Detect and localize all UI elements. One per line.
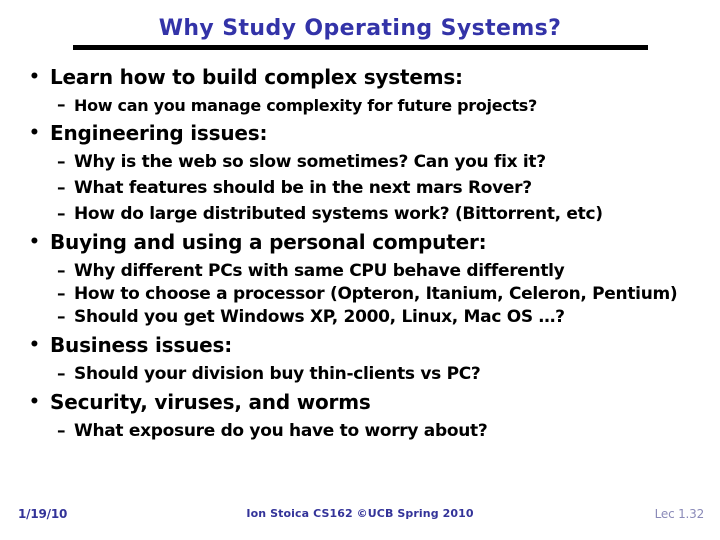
page-title: Why Study Operating Systems? xyxy=(158,16,562,41)
bullet-level2: – Why is the web so slow sometimes? Can … xyxy=(0,149,720,175)
footer-page-number: Lec 1.32 xyxy=(654,507,705,521)
bullet-level2: – What exposure do you have to worry abo… xyxy=(0,418,720,444)
bullet-level2-label: How to choose a processor (Opteron, Itan… xyxy=(74,284,678,304)
slide-body-outline: • Learn how to build complex systems: – … xyxy=(0,62,720,444)
bullet-level2: – How do large distributed systems work?… xyxy=(0,201,720,227)
bullet-level2-label: Why is the web so slow sometimes? Can yo… xyxy=(74,152,546,172)
bullet-level1-label: Learn how to build complex systems: xyxy=(50,65,463,89)
bullet-dash-icon: – xyxy=(57,307,66,327)
slide-footer: 1/19/10 Ion Stoica CS162 ©UCB Spring 201… xyxy=(0,506,720,526)
bullet-dash-icon: – xyxy=(57,204,66,224)
bullet-dot-icon: • xyxy=(29,123,40,143)
bullet-dash-icon: – xyxy=(57,178,66,198)
bullet-level1: • Engineering issues: xyxy=(0,118,720,149)
bullet-level1-label: Business issues: xyxy=(50,333,232,357)
bullet-level1-label: Security, viruses, and worms xyxy=(50,390,371,414)
bullet-dash-icon: – xyxy=(57,421,66,441)
bullet-level2-label: Should you get Windows XP, 2000, Linux, … xyxy=(74,307,565,327)
bullet-level2-label: Why different PCs with same CPU behave d… xyxy=(74,261,565,281)
bullet-dash-icon: – xyxy=(57,284,66,304)
bullet-level1: • Security, viruses, and worms xyxy=(0,387,720,418)
bullet-level1: • Learn how to build complex systems: xyxy=(0,62,720,93)
bullet-level2-label: How do large distributed systems work? (… xyxy=(74,204,603,224)
bullet-level2-label: Should your division buy thin-clients vs… xyxy=(74,364,481,384)
bullet-dot-icon: • xyxy=(29,67,40,87)
footer-attribution: Ion Stoica CS162 ©UCB Spring 2010 xyxy=(246,507,474,520)
bullet-level2-label: What features should be in the next mars… xyxy=(74,178,532,198)
bullet-level2: – What features should be in the next ma… xyxy=(0,175,720,201)
slide: Why Study Operating Systems? • Learn how… xyxy=(0,0,720,540)
bullet-level2: – Should your division buy thin-clients … xyxy=(0,361,720,387)
bullet-level1: • Buying and using a personal computer: xyxy=(0,227,720,258)
bullet-dash-icon: – xyxy=(57,95,66,115)
bullet-level2: – Why different PCs with same CPU behave… xyxy=(0,258,720,284)
bullet-dot-icon: • xyxy=(29,392,40,412)
bullet-dash-icon: – xyxy=(57,152,66,172)
bullet-dash-icon: – xyxy=(57,364,66,384)
bullet-dot-icon: • xyxy=(29,232,40,252)
title-underline-rule xyxy=(73,45,648,50)
bullet-dot-icon: • xyxy=(29,335,40,355)
bullet-level2: – How can you manage complexity for futu… xyxy=(0,93,720,118)
bullet-level2-label: What exposure do you have to worry about… xyxy=(74,421,488,441)
bullet-dash-icon: – xyxy=(57,261,66,281)
bullet-level1-label: Engineering issues: xyxy=(50,121,268,145)
bullet-level1-label: Buying and using a personal computer: xyxy=(50,230,487,254)
bullet-level2-label: How can you manage complexity for future… xyxy=(74,96,538,115)
bullet-level1: • Business issues: xyxy=(0,330,720,361)
bullet-level2: – How to choose a processor (Opteron, It… xyxy=(0,284,720,304)
bullet-level2: – Should you get Windows XP, 2000, Linux… xyxy=(0,304,720,330)
